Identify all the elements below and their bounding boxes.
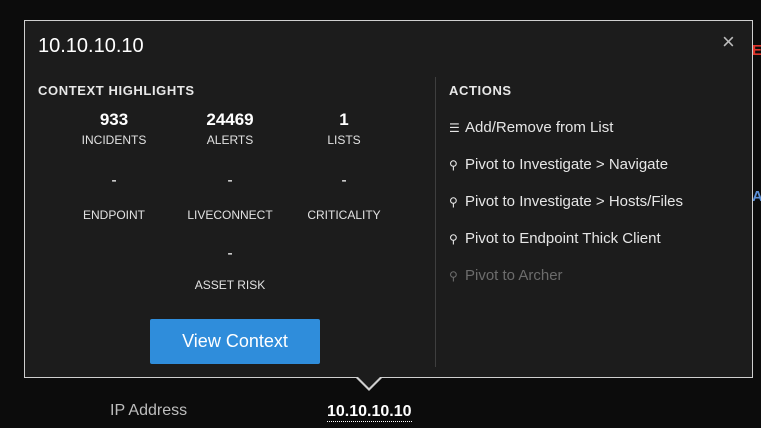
search-icon: ⚲ — [449, 232, 458, 246]
stat-criticality-value: - — [341, 172, 347, 189]
stat-endpoint-label: ENDPOINT — [82, 208, 145, 222]
stat-lists[interactable]: 1 LISTS — [284, 110, 404, 147]
actions-heading: ACTIONS — [449, 83, 512, 98]
popup-title: 10.10.10.10 — [38, 35, 144, 57]
stat-liveconnect-label: LIVECONNECT — [187, 208, 273, 222]
column-divider — [435, 77, 436, 367]
popup-pointer-fill — [357, 376, 381, 388]
stat-endpoint-value: - — [111, 172, 117, 189]
stat-alerts-value: 24469 — [206, 110, 254, 129]
list-icon: ☰ — [449, 121, 460, 135]
stat-alerts[interactable]: 24469 ALERTS — [170, 110, 290, 147]
action-pivot-investigate-hosts-files[interactable]: ⚲ Pivot to Investigate > Hosts/Files — [449, 193, 683, 230]
search-icon: ⚲ — [449, 269, 458, 283]
background-marker-blue: A — [752, 188, 761, 205]
context-popup: 10.10.10.10 × CONTEXT HIGHLIGHTS 933 INC… — [24, 20, 753, 378]
action-pivot-endpoint-thick-client[interactable]: ⚲ Pivot to Endpoint Thick Client — [449, 230, 683, 267]
action-label: Pivot to Endpoint Thick Client — [465, 230, 661, 247]
ip-address-label: IP Address — [110, 402, 188, 419]
stat-lists-value: 1 — [339, 110, 349, 129]
context-highlights-heading: CONTEXT HIGHLIGHTS — [38, 83, 195, 98]
stat-incidents[interactable]: 933 INCIDENTS — [54, 110, 174, 147]
action-pivot-archer: ⚲ Pivot to Archer — [449, 267, 683, 304]
stat-asset-risk-value: - — [227, 245, 233, 262]
close-icon[interactable]: × — [722, 31, 735, 53]
view-context-button[interactable]: View Context — [150, 319, 320, 364]
stat-asset-risk-label: ASSET RISK — [194, 278, 266, 292]
action-add-remove-list[interactable]: ☰ Add/Remove from List — [449, 119, 683, 156]
stat-incidents-value: 933 — [99, 110, 129, 129]
action-label: Pivot to Archer — [465, 267, 563, 284]
stat-alerts-label: ALERTS — [206, 133, 254, 147]
stat-incidents-label: INCIDENTS — [81, 133, 147, 147]
stat-lists-label: LISTS — [327, 133, 361, 147]
stat-criticality-label: CRITICALITY — [307, 208, 381, 222]
search-icon: ⚲ — [449, 158, 458, 172]
search-icon: ⚲ — [449, 195, 458, 209]
action-label: Add/Remove from List — [465, 119, 614, 136]
background-marker-red: E — [752, 42, 761, 59]
action-label: Pivot to Investigate > Hosts/Files — [465, 193, 684, 210]
action-label: Pivot to Investigate > Navigate — [465, 156, 669, 173]
action-pivot-investigate-navigate[interactable]: ⚲ Pivot to Investigate > Navigate — [449, 156, 683, 193]
ip-address-value[interactable]: 10.10.10.10 — [327, 402, 412, 422]
stat-liveconnect-value: - — [227, 172, 233, 189]
actions-list: ☰ Add/Remove from List ⚲ Pivot to Investig… — [449, 119, 683, 304]
